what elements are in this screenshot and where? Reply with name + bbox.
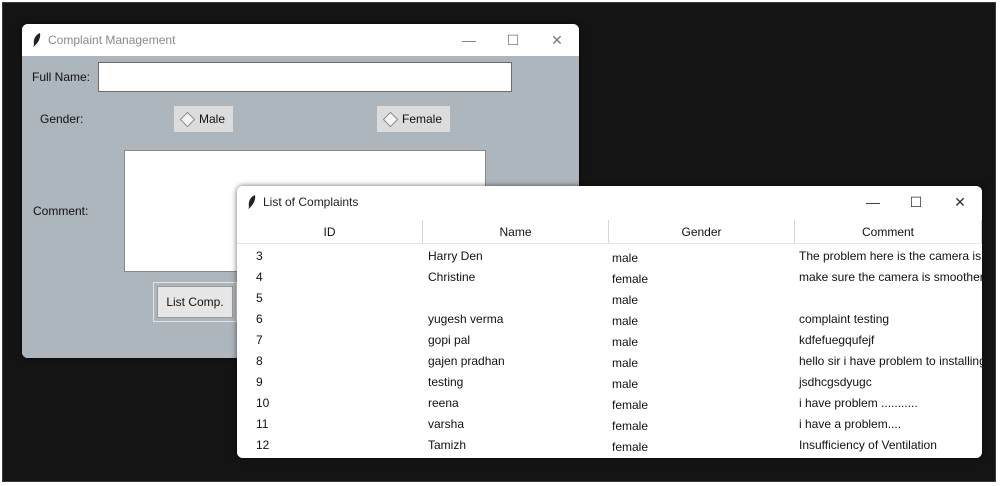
cell-name: Christine <box>428 269 476 284</box>
title-bar[interactable]: List of Complaints — ☐ ✕ <box>237 186 982 218</box>
cell-gender: female <box>612 397 649 412</box>
minimize-button[interactable]: — <box>458 29 480 51</box>
list-of-complaints-window: List of Complaints — ☐ ✕ ID Name Gender … <box>237 186 982 458</box>
table-row[interactable]: 5 male <box>237 287 982 308</box>
cell-id: 9 <box>256 374 263 389</box>
full-name-label: Full Name: <box>32 70 91 84</box>
cell-comment: make sure the camera is smoother. S <box>799 269 982 284</box>
cell-gender: male <box>612 313 639 328</box>
cell-gender: male <box>612 334 639 349</box>
cell-id: 11 <box>256 416 269 431</box>
table-row[interactable]: 3 Harry Den male The problem here is the ca… <box>237 245 982 266</box>
cell-name: Harry Den <box>428 248 483 263</box>
cell-comment: complaint testing <box>799 311 890 326</box>
radio-label: Female <box>402 112 443 126</box>
cell-id: 8 <box>256 353 263 368</box>
table-row[interactable]: 7 gopi pal male kdfefuegqufejf <box>237 329 982 350</box>
column-header-comment[interactable]: Comment <box>795 220 982 244</box>
column-header-name[interactable]: Name <box>423 220 609 244</box>
cell-comment: kdfefuegqufejf <box>799 332 875 347</box>
cell-id: 7 <box>256 332 263 347</box>
cell-comment: The problem here is the camera is dif <box>799 248 982 263</box>
cell-name: yugesh verma <box>428 311 504 326</box>
window-title: Complaint Management <box>48 33 176 47</box>
cell-id: 6 <box>256 311 263 326</box>
window-title: List of Complaints <box>263 195 359 209</box>
table-row[interactable]: 12 Tamizh female Insufficiency of Ventilati… <box>237 434 982 455</box>
radio-indicator-icon <box>382 111 399 127</box>
cell-id: 3 <box>256 248 263 263</box>
maximize-button[interactable]: ☐ <box>905 191 927 213</box>
radio-label: Male <box>199 112 226 126</box>
column-header-gender[interactable]: Gender <box>609 220 795 244</box>
cell-comment: i have a problem.... <box>799 416 902 431</box>
gender-radio-male[interactable]: Male <box>174 106 234 132</box>
cell-gender: female <box>612 418 649 433</box>
complaints-table: ID Name Gender Comment 3 Harry Den male The… <box>237 218 982 458</box>
cell-name: gajen pradhan <box>428 353 505 368</box>
feather-icon <box>248 195 256 209</box>
cell-comment: hello sir i have problem to installing <box>799 353 982 368</box>
cell-id: 10 <box>256 395 270 410</box>
table-header: ID Name Gender Comment <box>237 220 982 244</box>
table-row[interactable]: 9 testing male jsdhcgsdyugc <box>237 371 982 392</box>
list-complaints-button[interactable]: List Comp. <box>157 286 233 318</box>
cell-comment: Insufficiency of Ventilation <box>799 437 937 452</box>
table-row[interactable]: 11 varsha female i have a problem.... <box>237 413 982 434</box>
cell-gender: male <box>612 355 639 370</box>
close-button[interactable]: ✕ <box>546 29 568 51</box>
cell-gender: male <box>612 292 639 307</box>
cell-gender: female <box>612 439 649 454</box>
close-button[interactable]: ✕ <box>949 191 971 213</box>
cell-id: 5 <box>256 290 263 305</box>
cell-name: Tamizh <box>428 437 467 452</box>
table-row[interactable]: 4 Christine female make sure the camera is … <box>237 266 982 287</box>
table-row[interactable]: 8 gajen pradhan male hello sir i have probl… <box>237 350 982 371</box>
cell-id: 12 <box>256 437 270 452</box>
minimize-button[interactable]: — <box>862 191 884 213</box>
cell-gender: female <box>612 271 649 286</box>
maximize-button[interactable]: ☐ <box>502 29 524 51</box>
radio-indicator-icon <box>179 111 196 127</box>
column-header-id[interactable]: ID <box>237 220 423 244</box>
table-row[interactable]: 6 yugesh verma male complaint testing <box>237 308 982 329</box>
cell-name: reena <box>428 395 459 410</box>
cell-id: 4 <box>256 269 263 284</box>
table-row[interactable]: 10 reena female i have problem ........... <box>237 392 982 413</box>
list-complaints-button-frame: List Comp. <box>153 282 237 322</box>
table-body: 3 Harry Den male The problem here is the ca… <box>237 245 982 455</box>
cell-name: gopi pal <box>428 332 471 347</box>
cell-name: testing <box>428 374 464 389</box>
cell-gender: male <box>612 376 639 391</box>
cell-gender: male <box>612 250 639 265</box>
feather-icon <box>33 33 41 47</box>
cell-comment: jsdhcgsdyugc <box>799 374 872 389</box>
cell-name: varsha <box>428 416 465 431</box>
cell-comment: i have problem ........... <box>799 395 918 410</box>
full-name-input[interactable] <box>98 62 512 92</box>
title-bar[interactable]: Complaint Management — ☐ ✕ <box>22 24 579 56</box>
comment-label: Comment: <box>33 204 89 218</box>
gender-label: Gender: <box>40 112 84 126</box>
gender-radio-female[interactable]: Female <box>377 106 451 132</box>
